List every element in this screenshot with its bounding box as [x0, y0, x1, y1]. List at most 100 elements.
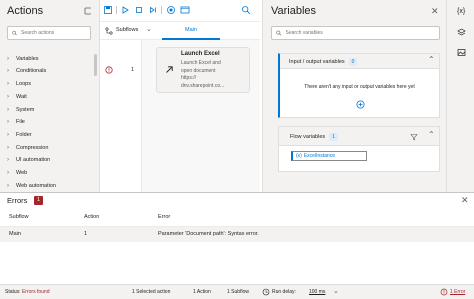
category-folder[interactable]: › Folder — [7, 129, 32, 141]
run-delay-input[interactable]: 100 ms — [309, 289, 325, 295]
line-gutter: 1 — [100, 40, 142, 192]
variables-title: Variables — [271, 5, 317, 17]
variable-chip-excelinstance[interactable]: (x) ExcelInstance — [291, 151, 367, 161]
error-count-link[interactable]: 1 Error — [450, 289, 465, 295]
io-variables-title: Input / output variables — [289, 59, 345, 65]
flow-variables-title: Flow variables — [290, 134, 326, 140]
column-error[interactable]: Error — [158, 214, 170, 220]
record-icon[interactable] — [166, 5, 176, 15]
flow-variables-header[interactable]: Flow variables 1 ⌃ — [279, 127, 439, 146]
actions-pane: Actions ›Variables ›Conditionals ›Loops … — [0, 0, 100, 192]
actions-scrollbar[interactable] — [94, 54, 97, 76]
svg-text:{x}: {x} — [457, 8, 466, 15]
chevron-right-icon: › — [7, 56, 9, 62]
errors-count-badge: 1 — [34, 196, 43, 205]
category-web-automation[interactable]: › Web automation — [7, 180, 56, 192]
chevron-right-icon: › — [7, 132, 9, 138]
chevron-right-icon: › — [7, 81, 9, 87]
actions-count: 1 Action — [193, 289, 211, 295]
launch-arrow-icon — [165, 65, 174, 74]
chevron-right-icon: › — [7, 107, 9, 113]
errors-title: Errors — [7, 196, 28, 205]
actions-title: Actions — [7, 5, 44, 17]
chevron-right-icon: › — [7, 94, 9, 100]
flow-variables-count: 1 — [329, 133, 338, 141]
chevron-right-icon: › — [7, 119, 9, 125]
variables-search[interactable] — [271, 26, 440, 40]
toolbar-divider — [161, 6, 162, 14]
actions-search-input[interactable] — [21, 30, 90, 36]
error-subflow-cell: Main — [9, 231, 21, 237]
web-recorder-icon[interactable] — [180, 5, 190, 15]
chevron-right-icon: › — [7, 68, 9, 74]
search-icon — [276, 30, 282, 36]
step-icon[interactable] — [148, 5, 158, 15]
error-message-cell: Parameter 'Document path': Syntax error. — [158, 231, 259, 237]
run-delay-label: Run delay: — [272, 289, 296, 295]
category-file[interactable]: › File — [7, 116, 25, 128]
variables-pane: Variables ✕ Input / output variables0 ⌃ … — [262, 0, 446, 192]
images-icon[interactable] — [457, 48, 466, 57]
category-variables[interactable]: › Variables — [7, 53, 39, 65]
search-icon[interactable] — [241, 5, 251, 15]
close-icon[interactable]: ✕ — [461, 195, 469, 206]
category-ui-automation[interactable]: › UI automation — [7, 154, 50, 166]
search-icon — [12, 30, 17, 36]
action-card-launch-excel[interactable]: Launch Excel Launch Excel and open docum… — [156, 47, 250, 93]
selected-actions-count: 1 Selected action — [132, 289, 171, 295]
chevron-up-icon[interactable]: ⌃ — [428, 130, 435, 139]
line-number: 1 — [131, 67, 135, 73]
stop-icon[interactable] — [134, 5, 144, 15]
category-conditionals[interactable]: › Conditionals — [7, 65, 46, 77]
category-compression[interactable]: › Compression — [7, 142, 48, 154]
subflows-count: 1 Subflow — [227, 289, 249, 295]
io-variables-group: Input / output variables 0 ⌃ There aren't… — [278, 53, 440, 118]
ui-elements-icon[interactable] — [457, 28, 466, 37]
save-icon[interactable] — [103, 5, 113, 15]
actions-search[interactable] — [7, 26, 91, 40]
add-variable-icon[interactable] — [356, 100, 365, 109]
variable-name: ExcelInstance — [303, 153, 335, 159]
errors-table-header — [0, 210, 474, 227]
action-title: Launch Excel — [181, 51, 220, 57]
category-web[interactable]: › Web — [7, 167, 27, 179]
variables-panel-icon[interactable]: {x} — [457, 6, 466, 15]
designer-toolbar — [100, 0, 260, 22]
variables-search-input[interactable] — [285, 30, 439, 36]
right-rail: {x} — [446, 0, 474, 192]
chevron-right-icon: › — [7, 183, 9, 189]
clock-icon — [262, 288, 270, 296]
chevron-right-icon: › — [7, 170, 9, 176]
io-empty-message: There aren't any input or output variabl… — [304, 84, 415, 90]
chevron-up-icon[interactable]: ⌃ — [428, 55, 435, 64]
error-icon[interactable] — [105, 66, 113, 74]
filter-icon[interactable] — [410, 133, 418, 141]
error-icon — [440, 288, 448, 296]
chevron-right-icon: › — [7, 145, 9, 151]
category-wait[interactable]: › Wait — [7, 91, 27, 103]
chevron-right-icon: › — [7, 157, 9, 163]
status-value: Errors found — [21, 289, 50, 295]
flow-designer: Subflows ⌄ Main 1 Launch Excel Launch Ex… — [100, 0, 260, 192]
io-variables-count: 0 — [348, 58, 358, 66]
tab-main[interactable]: Main — [162, 22, 220, 40]
category-loops[interactable]: › Loops — [7, 78, 31, 90]
flow-variables-group: Flow variables 1 ⌃ (x) ExcelInstance — [278, 126, 440, 172]
toolbar-divider — [116, 6, 117, 14]
column-action[interactable]: Action — [84, 214, 99, 220]
run-icon[interactable] — [120, 5, 130, 15]
chevron-down-icon[interactable]: ⌄ — [333, 287, 339, 295]
column-subflow[interactable]: Subflow — [9, 214, 29, 220]
collapse-icon[interactable] — [84, 7, 92, 15]
error-action-cell: 1 — [84, 231, 88, 237]
subflows-icon — [105, 27, 113, 35]
close-icon[interactable]: ✕ — [431, 6, 439, 17]
subflows-dropdown[interactable]: Subflows — [116, 27, 138, 33]
status-bar: Status: Errors found 1 Selected action 1… — [0, 284, 474, 299]
chevron-down-icon[interactable]: ⌄ — [146, 25, 152, 33]
io-variables-header[interactable]: Input / output variables 0 ⌃ — [280, 54, 439, 69]
action-description: Launch Excel and open document https:// … — [181, 60, 225, 89]
status-label: Status: — [5, 289, 21, 295]
variable-icon: (x) — [296, 153, 302, 159]
category-system[interactable]: › System — [7, 104, 34, 116]
